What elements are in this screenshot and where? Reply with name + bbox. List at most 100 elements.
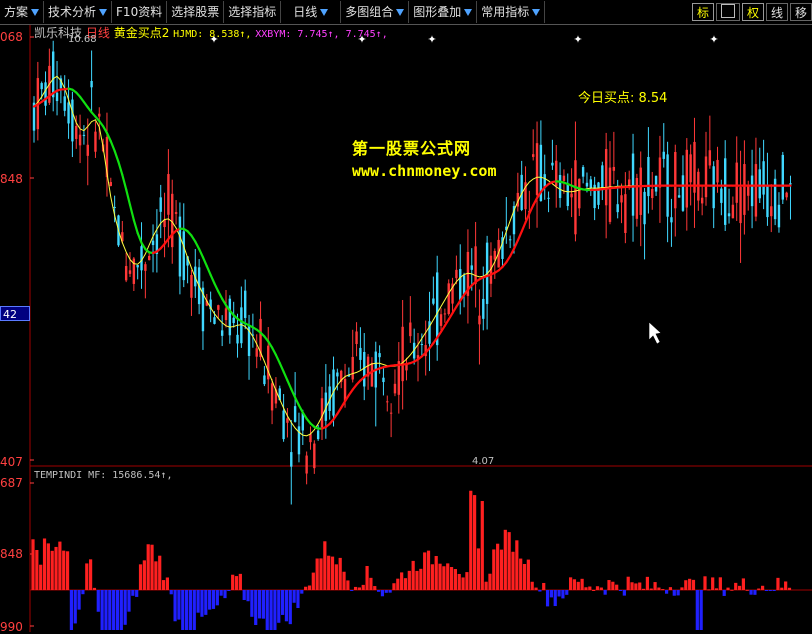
candle-body	[71, 100, 73, 142]
candle-body	[620, 195, 622, 202]
mf-bar	[423, 552, 426, 590]
mf-bar	[177, 590, 180, 620]
xxbym-segment	[341, 401, 345, 407]
mf-bar	[173, 590, 176, 621]
candle-body	[94, 132, 96, 152]
mf-bar	[212, 590, 215, 609]
mf-bar	[277, 590, 280, 623]
xxbym-segment	[526, 214, 530, 223]
candle-body	[282, 411, 284, 439]
candle-body	[321, 398, 323, 427]
menu-label: 方案	[4, 1, 28, 23]
line-button[interactable]: 线	[766, 3, 788, 21]
candle-body	[244, 291, 246, 318]
xxbym-segment	[126, 189, 130, 205]
candle-body	[175, 212, 177, 214]
mf-bar	[77, 590, 80, 610]
xxbym-segment	[529, 205, 533, 213]
mf-bar	[638, 583, 641, 590]
candle-body	[670, 217, 672, 222]
mf-bar	[446, 563, 449, 590]
mf-bar	[404, 578, 407, 590]
mf-bar	[342, 572, 345, 590]
xxbym-segment	[533, 198, 537, 205]
candle-body	[705, 156, 707, 197]
mf-bar	[461, 577, 464, 590]
candle-body	[236, 335, 238, 344]
mf-bar	[657, 588, 660, 590]
dropdown-arrow-icon	[532, 9, 540, 16]
candle-body	[401, 327, 403, 381]
crosshair-button[interactable]	[716, 3, 740, 21]
mf-bar	[193, 590, 196, 630]
candle-body	[586, 183, 588, 187]
mf-bar	[373, 586, 376, 590]
mf-bar	[327, 556, 330, 590]
mf-bar	[392, 583, 395, 590]
mf-bar	[561, 590, 564, 598]
indicator-name: 黄金买点2	[114, 26, 170, 40]
candle-body	[378, 353, 380, 357]
rights-button[interactable]: 权	[742, 3, 764, 21]
candle-body	[183, 231, 185, 280]
mf-bar	[661, 589, 664, 590]
mf-bar	[362, 585, 365, 590]
mf-bar	[680, 587, 683, 590]
candle-body	[762, 161, 764, 194]
mf-bar	[223, 590, 226, 598]
mf-bar	[35, 550, 38, 590]
menu-select-indicator[interactable]: 选择指标	[224, 1, 281, 23]
menu-multi-chart[interactable]: 多图组合	[341, 1, 409, 23]
candle-body	[544, 174, 546, 187]
menu-fangan[interactable]: 方案	[0, 1, 44, 23]
xxbym-segment	[199, 249, 203, 257]
mf-bar	[630, 582, 633, 590]
mf-bar	[412, 561, 415, 590]
menu-period[interactable]: 日线	[281, 1, 341, 23]
candle-body	[144, 264, 146, 271]
candle-body	[636, 178, 638, 219]
mf-bar	[769, 590, 772, 591]
mf-bar	[492, 549, 495, 590]
xxbym-segment	[299, 405, 303, 412]
mf-bar	[369, 578, 372, 590]
mf-bar	[200, 590, 203, 617]
mf-bar	[289, 590, 292, 624]
menu-label: 多图组合	[345, 1, 393, 23]
mf-bar	[523, 564, 526, 590]
candle-body	[448, 283, 450, 314]
menu-common-indicators[interactable]: 常用指标	[477, 1, 545, 23]
xxbym-segment	[130, 205, 134, 220]
candle-body	[256, 348, 258, 356]
mf-bar	[104, 590, 107, 630]
mf-bar	[726, 588, 729, 590]
mark-button[interactable]: 标	[692, 3, 714, 21]
mf-bar	[319, 558, 322, 590]
candle-body	[294, 406, 296, 422]
candle-body	[536, 143, 538, 195]
mf-bar	[488, 574, 491, 590]
mf-bar	[742, 578, 745, 590]
candle-body	[90, 81, 92, 87]
mouse-pointer-icon	[649, 322, 661, 344]
mf-bar	[51, 551, 54, 590]
mf-bar	[227, 590, 230, 591]
mf-bar	[554, 590, 557, 606]
move-button[interactable]: 移	[790, 3, 812, 21]
menu-tech-analysis[interactable]: 技术分析	[44, 1, 112, 23]
candle-body	[743, 164, 745, 215]
xxbym-segment	[518, 232, 522, 241]
watermark-title: 第一股票公式网	[352, 135, 471, 159]
menu-select-stock[interactable]: 选择股票	[167, 1, 224, 23]
menu-label: 图形叠加	[413, 1, 461, 23]
menu-overlay[interactable]: 图形叠加	[409, 1, 477, 23]
candle-body	[782, 155, 784, 200]
mf-bar	[246, 590, 249, 601]
candle-body	[444, 313, 446, 314]
mf-bar	[120, 590, 123, 630]
candle-body	[113, 207, 115, 208]
candle-body	[56, 93, 58, 101]
candle-body	[405, 364, 407, 370]
candle-body	[747, 185, 749, 196]
menu-f10[interactable]: F10资料	[112, 1, 167, 23]
